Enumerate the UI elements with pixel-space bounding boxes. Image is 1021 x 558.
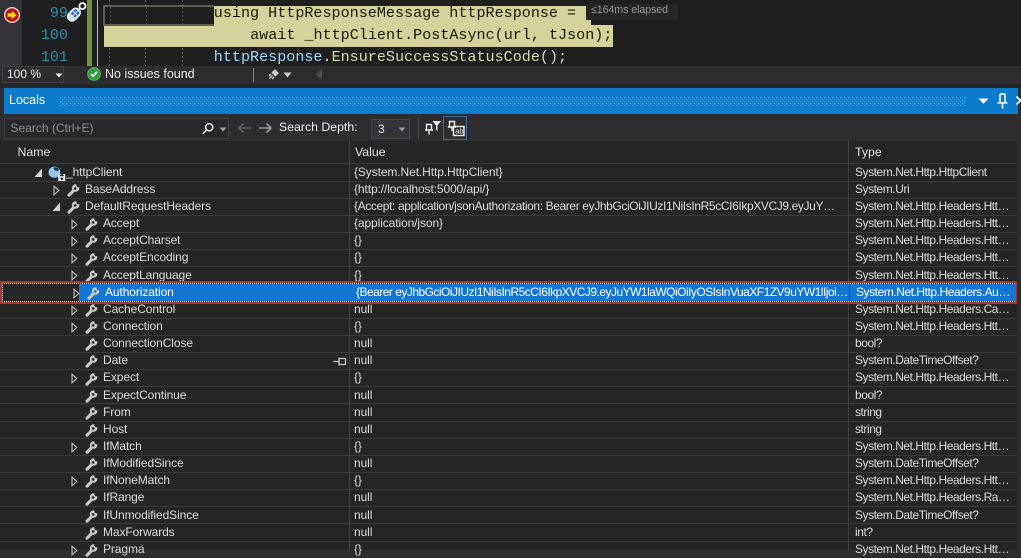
svg-text:ab: ab bbox=[455, 126, 463, 135]
